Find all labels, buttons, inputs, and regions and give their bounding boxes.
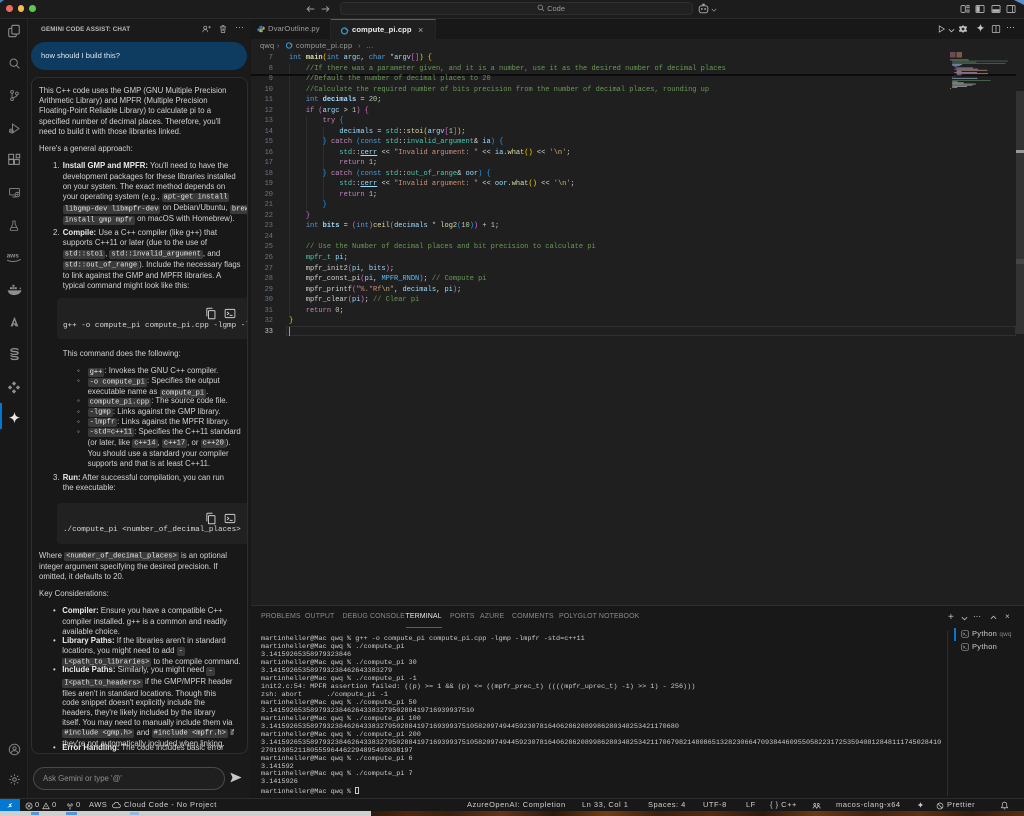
svg-text:aws: aws bbox=[6, 253, 19, 260]
